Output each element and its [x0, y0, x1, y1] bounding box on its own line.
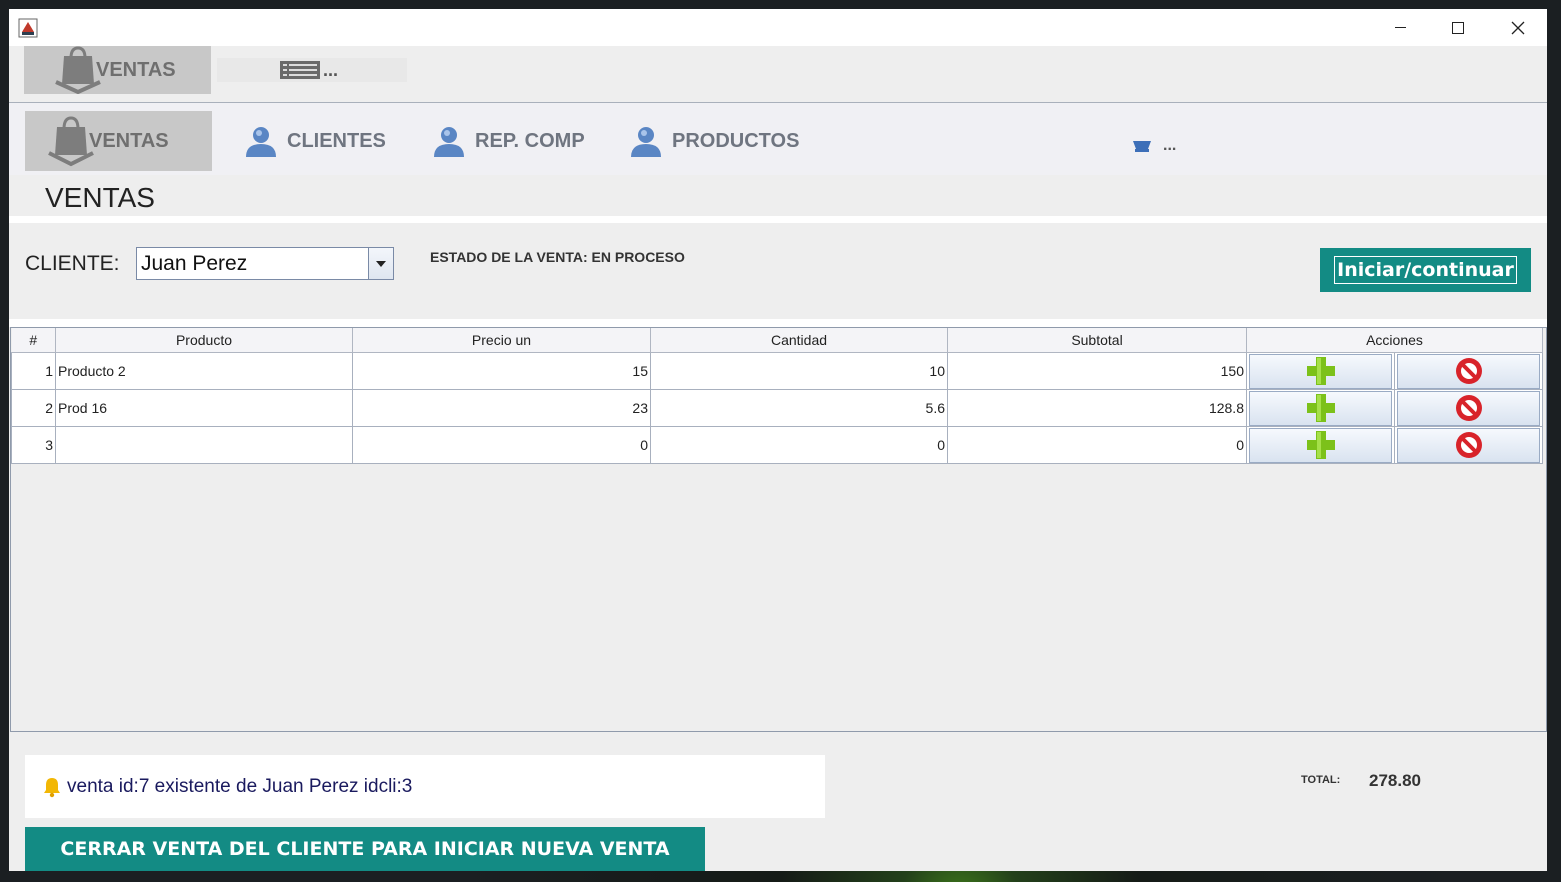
- cell-precio[interactable]: 15: [352, 352, 651, 390]
- section-header: VENTAS: [9, 179, 1547, 217]
- table-header-row: # Producto Precio un Cantidad Subtotal A…: [11, 328, 1543, 353]
- list-icon: [280, 61, 320, 79]
- nav-ventas[interactable]: VENTAS: [25, 111, 212, 171]
- cell-add: [1246, 389, 1395, 427]
- close-icon: [1511, 21, 1525, 34]
- remove-icon: [1455, 432, 1482, 458]
- cliente-select[interactable]: Juan Perez: [136, 247, 394, 280]
- cell-remove: [1394, 426, 1543, 464]
- plus-icon: [1306, 357, 1335, 385]
- user-icon: [434, 127, 464, 157]
- sale-status: ESTADO DE LA VENTA: EN PROCESO: [430, 249, 685, 265]
- status-message: venta id:7 existente de Juan Perez idcli…: [67, 775, 413, 797]
- user-icon: [1133, 141, 1151, 152]
- add-row-button[interactable]: [1249, 390, 1392, 426]
- column-header[interactable]: Acciones: [1246, 328, 1543, 353]
- java-app-icon: [18, 18, 38, 38]
- nav-rep-comp-label: REP. COMP: [475, 129, 585, 152]
- table-row[interactable]: 1 Producto 2 15 10 150: [11, 352, 1543, 390]
- user-icon: [631, 127, 661, 157]
- cliente-label: CLIENTE:: [25, 252, 120, 275]
- nav-productos-label: PRODUCTOS: [672, 129, 800, 152]
- page-title: VENTAS: [45, 182, 155, 213]
- column-header[interactable]: Subtotal: [947, 328, 1247, 353]
- cell-precio[interactable]: 23: [352, 389, 651, 427]
- divider: [9, 216, 1547, 223]
- bell-icon: [44, 777, 60, 797]
- table-row[interactable]: 3 0 0 0: [11, 426, 1543, 464]
- sale-footer: venta id:7 existente de Juan Perez idcli…: [9, 740, 1547, 871]
- plus-icon: [1306, 394, 1335, 422]
- iniciar-continuar-button[interactable]: Iniciar/continuar: [1320, 248, 1531, 292]
- app-window: VENTAS ... VENTAS CLIENTES REP. COMP PRO…: [9, 9, 1547, 871]
- cell-producto[interactable]: Producto 2: [55, 352, 353, 390]
- cell-subtotal: 0: [947, 426, 1247, 464]
- toolbar-ventas-label: VENTAS: [96, 58, 176, 81]
- add-row-button[interactable]: [1249, 353, 1392, 389]
- remove-row-button[interactable]: [1397, 353, 1540, 389]
- plus-icon: [1306, 431, 1335, 459]
- close-button[interactable]: [1489, 9, 1547, 46]
- table-row[interactable]: 2 Prod 16 23 5.6 128.8: [11, 389, 1543, 427]
- minimize-button[interactable]: [1371, 9, 1429, 46]
- remove-icon: [1455, 395, 1482, 421]
- title-bar: [9, 9, 1547, 46]
- row-index: 2: [11, 389, 56, 427]
- cerrar-venta-button[interactable]: CERRAR VENTA DEL CLIENTE PARA INICIAR NU…: [25, 827, 705, 871]
- total-value: 278.80: [1369, 771, 1421, 790]
- status-message-box: venta id:7 existente de Juan Perez idcli…: [25, 755, 825, 818]
- toolbar-more-label: ...: [323, 59, 339, 80]
- sale-items-table-panel: # Producto Precio un Cantidad Subtotal A…: [10, 327, 1547, 732]
- nav-clientes-label: CLIENTES: [287, 129, 386, 152]
- cell-subtotal: 128.8: [947, 389, 1247, 427]
- column-header[interactable]: #: [11, 328, 56, 353]
- add-row-button[interactable]: [1249, 427, 1392, 463]
- row-index: 1: [11, 352, 56, 390]
- row-index: 3: [11, 426, 56, 464]
- cell-add: [1246, 426, 1395, 464]
- nav-ventas-label: VENTAS: [89, 129, 169, 152]
- cell-producto[interactable]: Prod 16: [55, 389, 353, 427]
- remove-row-button[interactable]: [1397, 390, 1540, 426]
- cliente-select-value: Juan Perez: [141, 252, 248, 275]
- main-nav: VENTAS CLIENTES REP. COMP PRODUCTOS ...: [9, 103, 1547, 175]
- remove-icon: [1455, 358, 1482, 384]
- nav-clientes[interactable]: CLIENTES: [243, 111, 386, 171]
- nav-productos[interactable]: PRODUCTOS: [628, 111, 799, 171]
- toolbar-ventas-button[interactable]: VENTAS: [24, 46, 211, 94]
- column-header[interactable]: Precio un: [352, 328, 651, 353]
- total-label: TOTAL:: [1301, 774, 1341, 786]
- sale-items-table: # Producto Precio un Cantidad Subtotal A…: [11, 328, 1543, 464]
- column-header[interactable]: Producto: [55, 328, 353, 353]
- toolbar-more-button[interactable]: ...: [217, 58, 407, 82]
- remove-row-button[interactable]: [1397, 427, 1540, 463]
- nav-more[interactable]: ...: [1131, 131, 1176, 161]
- sale-form: CLIENTE: Juan Perez ESTADO DE LA VENTA: …: [9, 223, 1547, 319]
- divider: [9, 319, 1547, 327]
- cell-precio[interactable]: 0: [352, 426, 651, 464]
- cell-cantidad[interactable]: 0: [650, 426, 948, 464]
- nav-more-label: ...: [1163, 137, 1177, 154]
- maximize-button[interactable]: [1429, 9, 1487, 46]
- iniciar-continuar-label: Iniciar/continuar: [1334, 256, 1517, 284]
- nav-rep-comp[interactable]: REP. COMP: [431, 111, 585, 171]
- cell-add: [1246, 352, 1395, 390]
- cell-remove: [1394, 389, 1543, 427]
- cell-cantidad[interactable]: 10: [650, 352, 948, 390]
- column-header[interactable]: Cantidad: [650, 328, 948, 353]
- cell-subtotal: 150: [947, 352, 1247, 390]
- cell-producto[interactable]: [55, 426, 353, 464]
- cell-remove: [1394, 352, 1543, 390]
- top-toolbar: VENTAS ...: [9, 46, 1547, 103]
- user-icon: [246, 127, 276, 157]
- chevron-down-icon[interactable]: [368, 248, 393, 279]
- cell-cantidad[interactable]: 5.6: [650, 389, 948, 427]
